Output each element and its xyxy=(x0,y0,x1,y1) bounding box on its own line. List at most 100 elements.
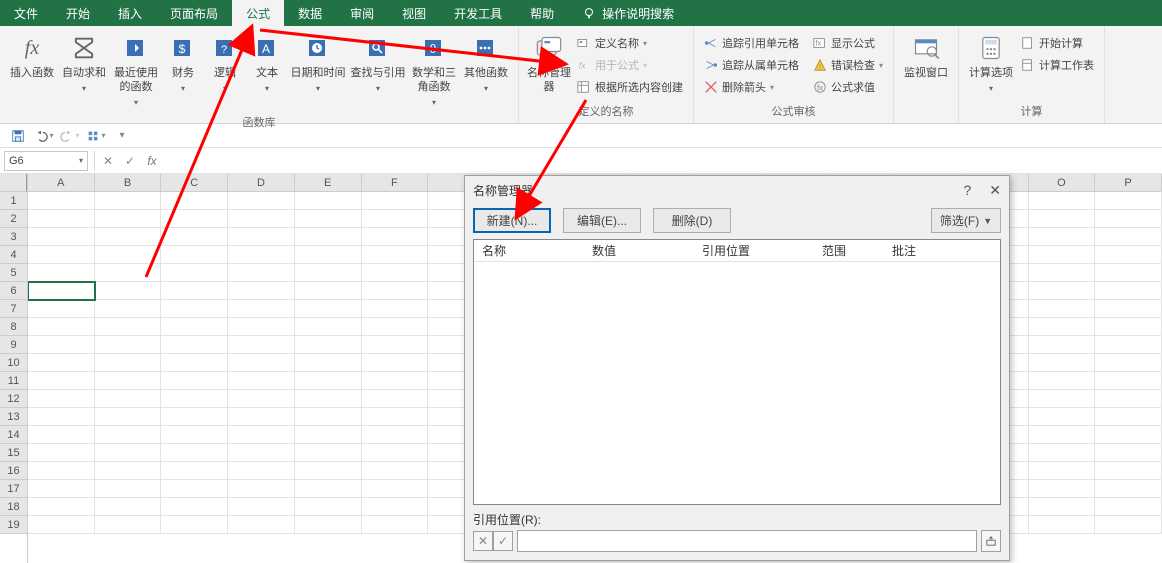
cell[interactable] xyxy=(1029,426,1096,444)
calc-sheet-button[interactable]: 计算工作表 xyxy=(1017,54,1098,76)
cell[interactable] xyxy=(228,480,295,498)
cell[interactable] xyxy=(228,246,295,264)
tab-data[interactable]: 数据 xyxy=(284,0,336,26)
row-header[interactable]: 8 xyxy=(0,318,27,336)
cell[interactable] xyxy=(28,462,95,480)
cell[interactable] xyxy=(95,282,162,300)
cell[interactable] xyxy=(161,444,228,462)
tab-page-layout[interactable]: 页面布局 xyxy=(156,0,232,26)
row-header[interactable]: 13 xyxy=(0,408,27,426)
cell[interactable] xyxy=(28,246,95,264)
cell[interactable] xyxy=(1029,246,1096,264)
cell[interactable] xyxy=(28,300,95,318)
cell[interactable] xyxy=(362,282,429,300)
cell[interactable] xyxy=(28,318,95,336)
cell[interactable] xyxy=(362,408,429,426)
cell[interactable] xyxy=(1029,480,1096,498)
cell[interactable] xyxy=(28,210,95,228)
cell[interactable] xyxy=(95,192,162,210)
column-header[interactable]: B xyxy=(95,174,162,192)
cell[interactable] xyxy=(295,228,362,246)
tab-view[interactable]: 视图 xyxy=(388,0,440,26)
cell[interactable] xyxy=(1095,264,1162,282)
cell[interactable] xyxy=(95,300,162,318)
trace-precedents-button[interactable]: 追踪引用单元格 xyxy=(700,32,803,54)
cell[interactable] xyxy=(28,408,95,426)
cell[interactable] xyxy=(295,282,362,300)
cell[interactable] xyxy=(1095,480,1162,498)
cell[interactable] xyxy=(295,318,362,336)
cell[interactable] xyxy=(295,336,362,354)
cell[interactable] xyxy=(28,354,95,372)
cell[interactable] xyxy=(228,444,295,462)
col-name[interactable]: 名称 xyxy=(474,242,584,259)
math-button[interactable]: θ 数学和三角函数 ▾ xyxy=(408,30,460,112)
cell[interactable] xyxy=(1029,498,1096,516)
cell[interactable] xyxy=(95,318,162,336)
autosum-button[interactable]: 自动求和 ▾ xyxy=(58,30,110,98)
cell[interactable] xyxy=(228,426,295,444)
cell[interactable] xyxy=(228,318,295,336)
cell[interactable] xyxy=(95,264,162,282)
refers-to-input[interactable] xyxy=(517,530,977,552)
ref-cancel-button[interactable]: ✕ xyxy=(473,531,493,551)
cell[interactable] xyxy=(1029,354,1096,372)
cell[interactable] xyxy=(1095,516,1162,534)
cell[interactable] xyxy=(95,408,162,426)
cell[interactable] xyxy=(161,246,228,264)
cell[interactable] xyxy=(228,390,295,408)
cell[interactable] xyxy=(1095,390,1162,408)
cell[interactable] xyxy=(362,210,429,228)
cell[interactable] xyxy=(362,390,429,408)
cell[interactable] xyxy=(28,192,95,210)
edit-name-button[interactable]: 编辑(E)... xyxy=(563,208,641,233)
trace-dependents-button[interactable]: 追踪从属单元格 xyxy=(700,54,803,76)
cell[interactable] xyxy=(1029,282,1096,300)
cell[interactable] xyxy=(228,336,295,354)
cell[interactable] xyxy=(95,246,162,264)
cell[interactable] xyxy=(362,336,429,354)
cell[interactable] xyxy=(228,264,295,282)
cell[interactable] xyxy=(161,480,228,498)
cell[interactable] xyxy=(28,444,95,462)
column-header[interactable]: E xyxy=(295,174,362,192)
tab-file[interactable]: 文件 xyxy=(0,0,52,26)
row-header[interactable]: 10 xyxy=(0,354,27,372)
cell[interactable] xyxy=(161,372,228,390)
cell[interactable] xyxy=(295,426,362,444)
cell[interactable] xyxy=(1095,282,1162,300)
cell[interactable] xyxy=(1029,336,1096,354)
name-manager-button[interactable]: 名称管理器 xyxy=(525,30,573,96)
cell[interactable] xyxy=(161,390,228,408)
column-header[interactable]: O xyxy=(1029,174,1096,192)
tab-home[interactable]: 开始 xyxy=(52,0,104,26)
cell[interactable] xyxy=(28,372,95,390)
tab-tell-me[interactable]: 操作说明搜索 xyxy=(568,0,688,26)
names-list[interactable]: 名称 数值 引用位置 范围 批注 xyxy=(473,239,1001,505)
watch-window-button[interactable]: 监视窗口 xyxy=(900,30,952,82)
cell[interactable] xyxy=(161,516,228,534)
column-header[interactable]: D xyxy=(228,174,295,192)
tab-review[interactable]: 审阅 xyxy=(336,0,388,26)
cell[interactable] xyxy=(362,354,429,372)
calc-now-button[interactable]: 开始计算 xyxy=(1017,32,1098,54)
cell[interactable] xyxy=(28,336,95,354)
cell[interactable] xyxy=(1095,318,1162,336)
cell[interactable] xyxy=(228,282,295,300)
cell[interactable] xyxy=(228,498,295,516)
cell[interactable] xyxy=(28,264,95,282)
undo-button[interactable]: ▾ xyxy=(34,126,54,146)
cell[interactable] xyxy=(28,498,95,516)
cell[interactable] xyxy=(161,282,228,300)
cell[interactable] xyxy=(295,390,362,408)
cell[interactable] xyxy=(1095,408,1162,426)
cell[interactable] xyxy=(95,336,162,354)
cell[interactable] xyxy=(161,498,228,516)
formula-input[interactable] xyxy=(163,151,1162,171)
use-in-formula-button[interactable]: fx用于公式▾ xyxy=(573,54,687,76)
cell[interactable] xyxy=(295,444,362,462)
name-box[interactable]: G6 ▾ xyxy=(4,151,88,171)
cell[interactable] xyxy=(28,228,95,246)
row-header[interactable]: 2 xyxy=(0,210,27,228)
evaluate-formula-button[interactable]: fx公式求值 xyxy=(809,76,887,98)
